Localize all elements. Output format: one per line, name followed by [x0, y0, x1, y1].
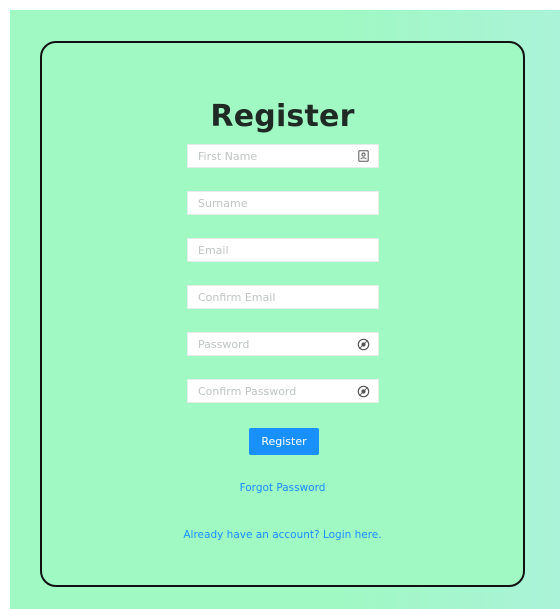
- confirm-password-input[interactable]: [198, 384, 356, 398]
- first-name-input[interactable]: [198, 149, 356, 163]
- register-button[interactable]: Register: [249, 428, 319, 455]
- surname-input[interactable]: [198, 196, 370, 210]
- confirm-password-field[interactable]: [187, 379, 379, 403]
- confirm-email-input[interactable]: [198, 290, 370, 304]
- password-field[interactable]: [187, 332, 379, 356]
- eye-icon[interactable]: [356, 337, 370, 351]
- register-card: Register First Name Surname Email Confir…: [40, 41, 525, 587]
- eye-icon[interactable]: [356, 384, 370, 398]
- forgot-password-link[interactable]: Forgot Password: [42, 482, 523, 494]
- email-input[interactable]: [198, 243, 370, 257]
- email-field[interactable]: [187, 238, 379, 262]
- page-title: Register: [210, 99, 355, 134]
- password-input[interactable]: [198, 337, 356, 351]
- contact-card-icon: [356, 149, 370, 163]
- surname-field[interactable]: [187, 191, 379, 215]
- first-name-field[interactable]: [187, 144, 379, 168]
- login-link[interactable]: Already have an account? Login here.: [42, 529, 523, 541]
- confirm-email-field[interactable]: [187, 285, 379, 309]
